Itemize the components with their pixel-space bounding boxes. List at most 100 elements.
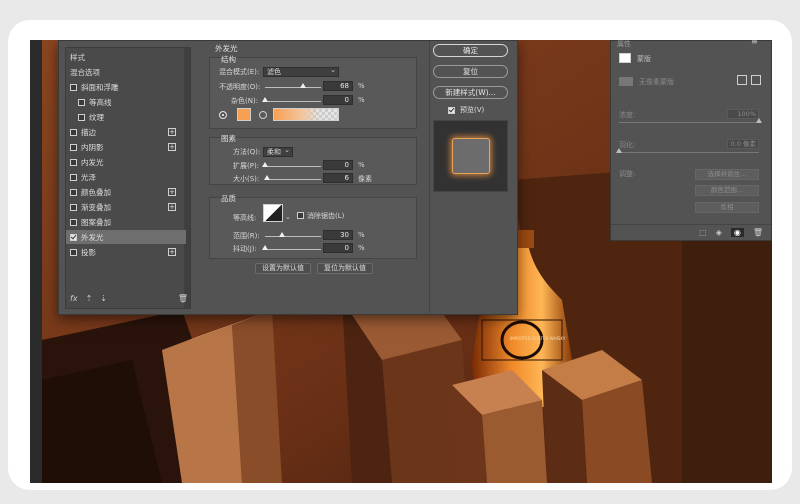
preview-label: 预览(V) <box>460 106 485 114</box>
style-item-checkbox[interactable] <box>70 158 77 166</box>
style-item[interactable]: 混合选项 <box>66 65 186 79</box>
style-item[interactable]: 内发光 <box>66 155 186 169</box>
photoshop-workspace: IMPORTED SCOTCH WHISKY 样式 混合选项 斜面和浮雕 等高线 纹理描… <box>30 40 772 483</box>
style-item-checkbox[interactable] <box>78 98 85 106</box>
noise-slider-knob[interactable] <box>262 97 268 102</box>
size-input[interactable]: 6 <box>323 173 353 183</box>
style-item-checkbox[interactable] <box>70 218 77 226</box>
style-item[interactable]: 颜色叠加 + <box>66 185 186 199</box>
noise-slider[interactable] <box>262 97 321 102</box>
add-style-instance-icon[interactable]: + <box>168 203 176 211</box>
solid-color-radio[interactable] <box>219 111 227 119</box>
range-slider[interactable] <box>265 232 321 237</box>
jitter-unit: % <box>358 244 365 252</box>
move-down-icon[interactable]: ⇣ <box>100 294 107 303</box>
range-input[interactable]: 30 <box>323 230 353 240</box>
range-unit: % <box>358 231 365 239</box>
style-item[interactable]: 等高线 <box>66 95 186 109</box>
style-item[interactable]: 纹理 <box>66 110 186 124</box>
apply-mask-icon[interactable]: ◈ <box>716 228 722 237</box>
new-style-button[interactable]: 新建样式(W)... <box>433 86 508 99</box>
style-item-label: 描边 <box>81 127 96 137</box>
style-item-checkbox[interactable] <box>70 128 77 136</box>
style-item-checkbox[interactable] <box>70 188 77 196</box>
properties-footer: ⬚ ◈ ◉ 🗑 <box>611 224 771 240</box>
antialias-checkbox[interactable] <box>297 212 304 219</box>
style-item-checkbox[interactable] <box>70 173 77 181</box>
spread-slider-knob[interactable] <box>262 162 268 167</box>
style-item[interactable]: 投影 + <box>66 245 186 259</box>
preview-checkbox[interactable] <box>448 107 455 114</box>
range-slider-knob[interactable] <box>278 232 285 237</box>
size-label: 大小(S): <box>233 175 260 183</box>
selection-from-mask-icon[interactable]: ⬚ <box>699 228 707 237</box>
mask-tab-icon[interactable] <box>619 53 631 63</box>
bottle-label-text: IMPORTED SCOTCH WHISKY <box>510 336 566 341</box>
size-slider[interactable] <box>264 175 321 180</box>
size-slider-knob[interactable] <box>264 175 270 180</box>
jitter-input[interactable]: 0 <box>323 243 353 253</box>
style-item[interactable]: 渐变叠加 + <box>66 200 186 214</box>
density-slider[interactable] <box>619 118 762 123</box>
properties-panel: 属性 ≡ 蒙版 无像素蒙版 浓度: 100% 羽化: 0.0 像素 调整: 选择… <box>610 40 772 241</box>
density-input[interactable]: 100% <box>727 109 759 119</box>
reset-button[interactable]: 复位 <box>433 65 508 78</box>
add-pixel-mask-icon[interactable] <box>737 75 747 85</box>
style-item[interactable]: 描边 + <box>66 125 186 139</box>
add-style-instance-icon[interactable]: + <box>168 188 176 196</box>
ok-button[interactable]: 确定 <box>433 44 508 57</box>
trash-icon[interactable]: 🗑 <box>178 294 188 303</box>
blend-mode-dropdown[interactable]: 滤色 <box>263 66 339 77</box>
eye-icon[interactable]: ◉ <box>730 228 744 237</box>
opacity-slider[interactable] <box>265 83 321 88</box>
style-item[interactable]: 光泽 <box>66 170 186 184</box>
mask-tab[interactable]: 蒙版 <box>637 54 651 64</box>
select-and-mask-button[interactable]: 选择并遮住... <box>695 169 759 180</box>
jitter-slider[interactable] <box>262 245 321 250</box>
invert-button[interactable]: 反相 <box>695 202 759 213</box>
style-item-checkbox[interactable] <box>70 143 77 151</box>
style-item[interactable]: 斜面和浮雕 <box>66 80 186 94</box>
style-item[interactable]: 外发光 <box>66 230 186 244</box>
contour-picker[interactable] <box>263 204 283 222</box>
feather-slider[interactable] <box>616 148 759 153</box>
spread-slider[interactable] <box>262 162 321 167</box>
contour-dropdown-arrow-icon[interactable]: ⌄ <box>285 213 291 221</box>
noise-input[interactable]: 0 <box>323 95 353 105</box>
fx-icon[interactable]: fx <box>70 294 78 303</box>
gradient-radio[interactable] <box>259 111 267 119</box>
style-item-checkbox[interactable] <box>70 203 77 211</box>
gradient-picker[interactable] <box>273 108 339 121</box>
trash-icon[interactable]: 🗑 <box>753 228 763 237</box>
opacity-input[interactable]: 68 <box>323 81 353 91</box>
add-style-instance-icon[interactable]: + <box>168 143 176 151</box>
style-item[interactable]: 样式 <box>66 50 186 64</box>
outer-glow-title: 外发光 <box>215 44 238 53</box>
add-vector-mask-icon[interactable] <box>751 75 761 85</box>
feather-slider-knob[interactable] <box>616 148 622 153</box>
panel-menu-icon[interactable]: ≡ <box>751 40 758 46</box>
move-up-icon[interactable]: ⇡ <box>86 294 93 303</box>
style-item[interactable]: 图案叠加 <box>66 215 186 229</box>
style-preview <box>433 120 508 192</box>
add-style-instance-icon[interactable]: + <box>168 248 176 256</box>
jitter-slider-knob[interactable] <box>262 245 268 250</box>
blend-mode-label: 混合模式(E): <box>219 68 260 76</box>
feather-input[interactable]: 0.0 像素 <box>727 139 759 149</box>
set-default-button[interactable]: 设置为默认值 <box>255 263 311 274</box>
color-range-button[interactable]: 颜色范围... <box>695 185 759 196</box>
opacity-slider-knob[interactable] <box>300 83 307 88</box>
glow-color-swatch[interactable] <box>237 108 251 121</box>
style-item-checkbox[interactable] <box>70 233 77 241</box>
method-dropdown[interactable]: 柔和 <box>263 146 293 157</box>
style-item-label: 内阴影 <box>81 142 104 152</box>
reset-default-button[interactable]: 复位为默认值 <box>317 263 373 274</box>
density-slider-knob[interactable] <box>756 118 762 123</box>
style-item-checkbox[interactable] <box>78 113 85 121</box>
spread-input[interactable]: 0 <box>323 160 353 170</box>
style-item[interactable]: 内阴影 + <box>66 140 186 154</box>
style-item-checkbox[interactable] <box>70 248 77 256</box>
add-style-instance-icon[interactable]: + <box>168 128 176 136</box>
screenshot-frame: IMPORTED SCOTCH WHISKY 样式 混合选项 斜面和浮雕 等高线 纹理描… <box>8 20 792 490</box>
style-item-checkbox[interactable] <box>70 83 77 91</box>
